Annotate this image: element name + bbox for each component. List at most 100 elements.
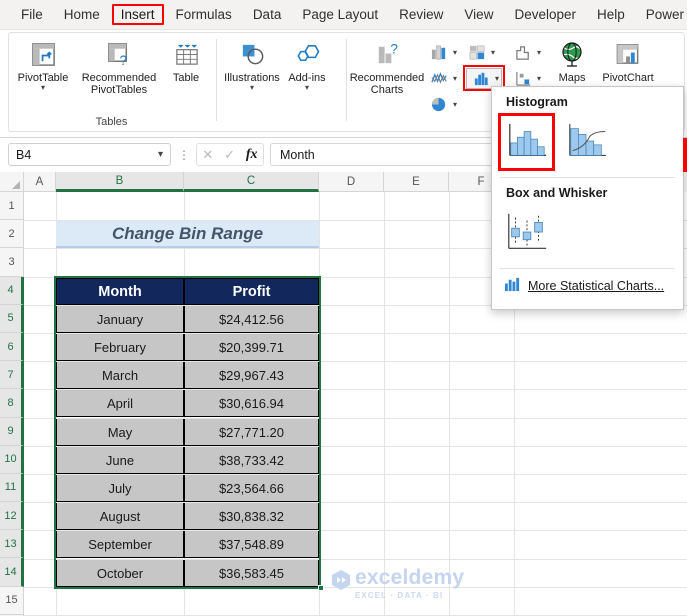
chevron-down-icon[interactable]: ▾ xyxy=(453,48,457,57)
select-all-corner[interactable] xyxy=(0,172,24,192)
excel-window: File Home Insert Formulas Data Page Layout Rev… xyxy=(0,0,687,616)
ribbon-group-tables: PivotTable ▾ ? Recommended PivotTables T… xyxy=(9,33,214,131)
row-header-13[interactable]: 13 xyxy=(0,530,24,559)
formula-bar-grip[interactable]: ⋮ xyxy=(178,148,190,162)
chevron-down-icon[interactable]: ▾ xyxy=(495,74,499,83)
table-button[interactable]: Table xyxy=(161,33,211,84)
table-cell-profit[interactable]: $24,412.56 xyxy=(184,306,319,334)
row-header-1[interactable]: 1 xyxy=(0,192,24,221)
table-cell-month[interactable]: October xyxy=(56,560,184,588)
gridline-vertical xyxy=(384,192,385,616)
more-statistical-charts-item[interactable]: More Statistical Charts... xyxy=(492,269,683,295)
column-header-B[interactable]: B xyxy=(56,172,184,192)
chart-type-column-3: ▾ ▾ xyxy=(509,33,543,91)
ribbon-tab-data[interactable]: Data xyxy=(244,4,291,25)
row-header-11[interactable]: 11 xyxy=(0,473,24,503)
svg-text:?: ? xyxy=(390,41,398,56)
row-header-3[interactable]: 3 xyxy=(0,248,24,277)
chevron-down-icon[interactable]: ▾ xyxy=(305,84,309,92)
table-cell-profit[interactable]: $30,616.94 xyxy=(184,390,319,418)
recommended-pivottables-button[interactable]: ? Recommended PivotTables xyxy=(77,33,161,96)
ribbon-tab-developer[interactable]: Developer xyxy=(505,4,585,25)
addins-button[interactable]: Add-ins ▾ xyxy=(285,33,329,92)
row-header-14[interactable]: 14 xyxy=(0,558,24,587)
recommended-charts-button[interactable]: ? Recommended Charts xyxy=(349,33,425,96)
bar-chart-button[interactable]: ▾ xyxy=(463,39,505,65)
table-cell-month[interactable]: August xyxy=(56,503,184,531)
ribbon-tab-review[interactable]: Review xyxy=(390,4,452,25)
title-banner[interactable]: Change Bin Range xyxy=(56,221,319,249)
gridline-vertical xyxy=(449,192,450,616)
row-header-2[interactable]: 2 xyxy=(0,220,24,249)
row-header-7[interactable]: 7 xyxy=(0,361,24,390)
ribbon-tab-page-layout[interactable]: Page Layout xyxy=(293,4,387,25)
pie-chart-button[interactable]: ▾ xyxy=(425,91,459,117)
row-header-10[interactable]: 10 xyxy=(0,445,24,474)
chevron-down-icon[interactable]: ▾ xyxy=(491,48,495,57)
chevron-down-icon[interactable]: ▾ xyxy=(453,100,457,109)
pivotchart-label: PivotChart xyxy=(602,72,654,84)
ribbon-tab-help[interactable]: Help xyxy=(588,4,634,25)
column-chart-button[interactable]: ▾ xyxy=(425,39,459,65)
column-header-E[interactable]: E xyxy=(384,172,449,192)
table-cell-month[interactable]: February xyxy=(56,334,184,362)
pivottable-button[interactable]: PivotTable ▾ xyxy=(9,33,77,92)
chevron-down-icon[interactable]: ▾ xyxy=(41,84,45,92)
box-whisker-thumb[interactable] xyxy=(498,204,555,262)
table-cell-profit[interactable]: $37,548.89 xyxy=(184,531,319,559)
ribbon-tab-insert[interactable]: Insert xyxy=(111,4,164,25)
column-header-A[interactable]: A xyxy=(24,172,56,192)
row-header-9[interactable]: 9 xyxy=(0,417,24,446)
table-header-month[interactable]: Month xyxy=(56,278,184,306)
column-header-C[interactable]: C xyxy=(184,172,319,192)
row-header-15[interactable]: 15 xyxy=(0,586,24,615)
histogram-thumb[interactable] xyxy=(498,113,555,171)
table-cell-month[interactable]: June xyxy=(56,447,184,475)
table-cell-month[interactable]: May xyxy=(56,419,184,447)
pareto-thumb[interactable] xyxy=(558,113,615,171)
pivotchart-button[interactable]: PivotChart xyxy=(595,33,661,84)
cancel-icon[interactable]: ✕ xyxy=(202,147,213,163)
enter-icon[interactable]: ✓ xyxy=(224,147,235,163)
table-cell-profit[interactable]: $20,399.71 xyxy=(184,334,319,362)
table-cell-profit[interactable]: $36,583.45 xyxy=(184,560,319,588)
table-cell-profit[interactable]: $27,771.20 xyxy=(184,419,319,447)
chevron-down-icon[interactable]: ▾ xyxy=(250,84,254,92)
ribbon-tab-formulas[interactable]: Formulas xyxy=(167,4,241,25)
table-cell-month[interactable]: July xyxy=(56,475,184,503)
maps-button[interactable]: Maps xyxy=(549,33,595,84)
chart-type-column-1: ▾ ▾ ▾ xyxy=(425,33,459,117)
table-cell-month[interactable]: March xyxy=(56,362,184,390)
chevron-down-icon[interactable]: ▾ xyxy=(453,74,457,83)
row-header-12[interactable]: 12 xyxy=(0,502,24,531)
row-header-8[interactable]: 8 xyxy=(0,389,24,418)
ribbon-tab-view[interactable]: View xyxy=(455,4,502,25)
table-cell-profit[interactable]: $38,733.42 xyxy=(184,447,319,475)
group-divider xyxy=(216,39,217,121)
column-header-D[interactable]: D xyxy=(319,172,384,192)
chevron-down-icon[interactable]: ▾ xyxy=(158,149,163,160)
name-box[interactable]: B4 ▾ xyxy=(8,143,171,166)
line-chart-button[interactable]: ▾ xyxy=(425,65,459,91)
table-header-profit[interactable]: Profit xyxy=(184,278,319,306)
recommended-charts-label: Recommended Charts xyxy=(349,72,425,96)
insert-function-icon[interactable]: fx xyxy=(246,147,258,163)
table-cell-month[interactable]: January xyxy=(56,306,184,334)
table-cell-profit[interactable]: $30,838.32 xyxy=(184,503,319,531)
illustrations-icon xyxy=(239,39,266,69)
ribbon-tab-power-piv[interactable]: Power Piv xyxy=(637,4,687,25)
table-cell-month[interactable]: September xyxy=(56,531,184,559)
row-header-6[interactable]: 6 xyxy=(0,332,24,362)
row-header-5[interactable]: 5 xyxy=(0,304,24,333)
ribbon-tab-file[interactable]: File xyxy=(12,4,52,25)
chevron-down-icon[interactable]: ▾ xyxy=(537,74,541,83)
ribbon-tab-home[interactable]: Home xyxy=(55,4,109,25)
row-header-4[interactable]: 4 xyxy=(0,276,24,305)
chevron-down-icon[interactable]: ▾ xyxy=(537,48,541,57)
fill-handle[interactable] xyxy=(318,585,324,591)
table-cell-profit[interactable]: $29,967.43 xyxy=(184,362,319,390)
table-cell-month[interactable]: April xyxy=(56,390,184,418)
table-cell-profit[interactable]: $23,564.66 xyxy=(184,475,319,503)
illustrations-button[interactable]: Illustrations ▾ xyxy=(219,33,285,92)
area-chart-button[interactable]: ▾ xyxy=(509,39,543,65)
